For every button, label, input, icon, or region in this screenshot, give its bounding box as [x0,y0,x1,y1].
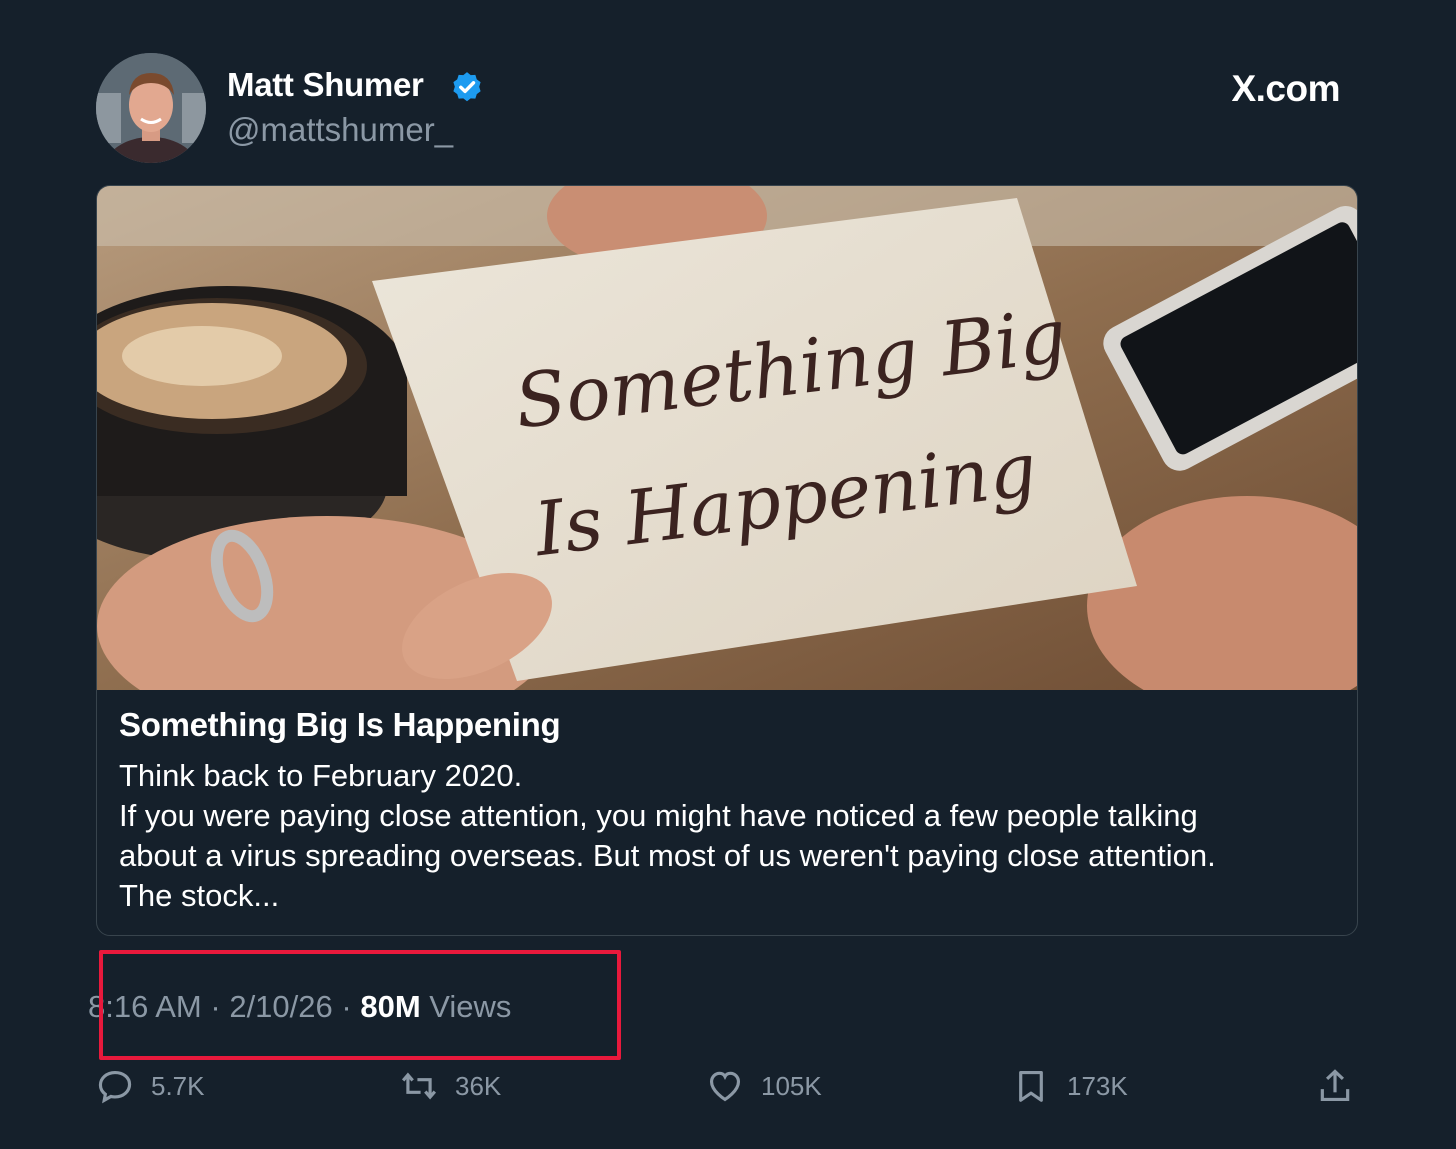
card-description-line: The stock... [119,878,280,913]
like-button[interactable]: 105K [706,1064,822,1108]
reply-icon [98,1070,132,1104]
card-title[interactable]: Something Big Is Happening [119,706,561,744]
reply-button[interactable]: 5.7K [96,1064,205,1108]
bookmark-icon [1019,1070,1043,1102]
card-description: Think back to February 2020. If you were… [119,756,1339,916]
highlight-annotation-box [99,950,621,1060]
repost-button[interactable]: 36K [400,1064,501,1108]
repost-count: 36K [455,1070,502,1101]
bookmark-count: 173K [1067,1070,1128,1101]
card-description-line: Think back to February 2020. [119,758,523,793]
bookmark-button[interactable]: 173K [1012,1064,1128,1108]
card-image: Something Big Is Happening [97,186,1357,690]
repost-icon [401,1072,437,1100]
share-button[interactable] [1316,1064,1371,1108]
author-name[interactable]: Matt Shumer [227,66,424,104]
card-description-line: about a virus spreading overseas. But mo… [119,838,1216,873]
brand-logo-text: X.com [1231,68,1340,109]
like-count: 105K [761,1070,822,1101]
link-preview-card[interactable]: Something Big Is Happening Something Big… [96,185,1358,936]
reply-count: 5.7K [151,1070,205,1101]
avatar[interactable] [96,53,206,163]
heart-icon [709,1071,741,1102]
share-icon [1320,1069,1350,1102]
card-description-line: If you were paying close attention, you … [119,798,1198,833]
author-handle[interactable]: @mattshumer_ [227,111,453,149]
avatar-image [96,53,206,163]
verified-badge-icon[interactable] [450,70,484,104]
